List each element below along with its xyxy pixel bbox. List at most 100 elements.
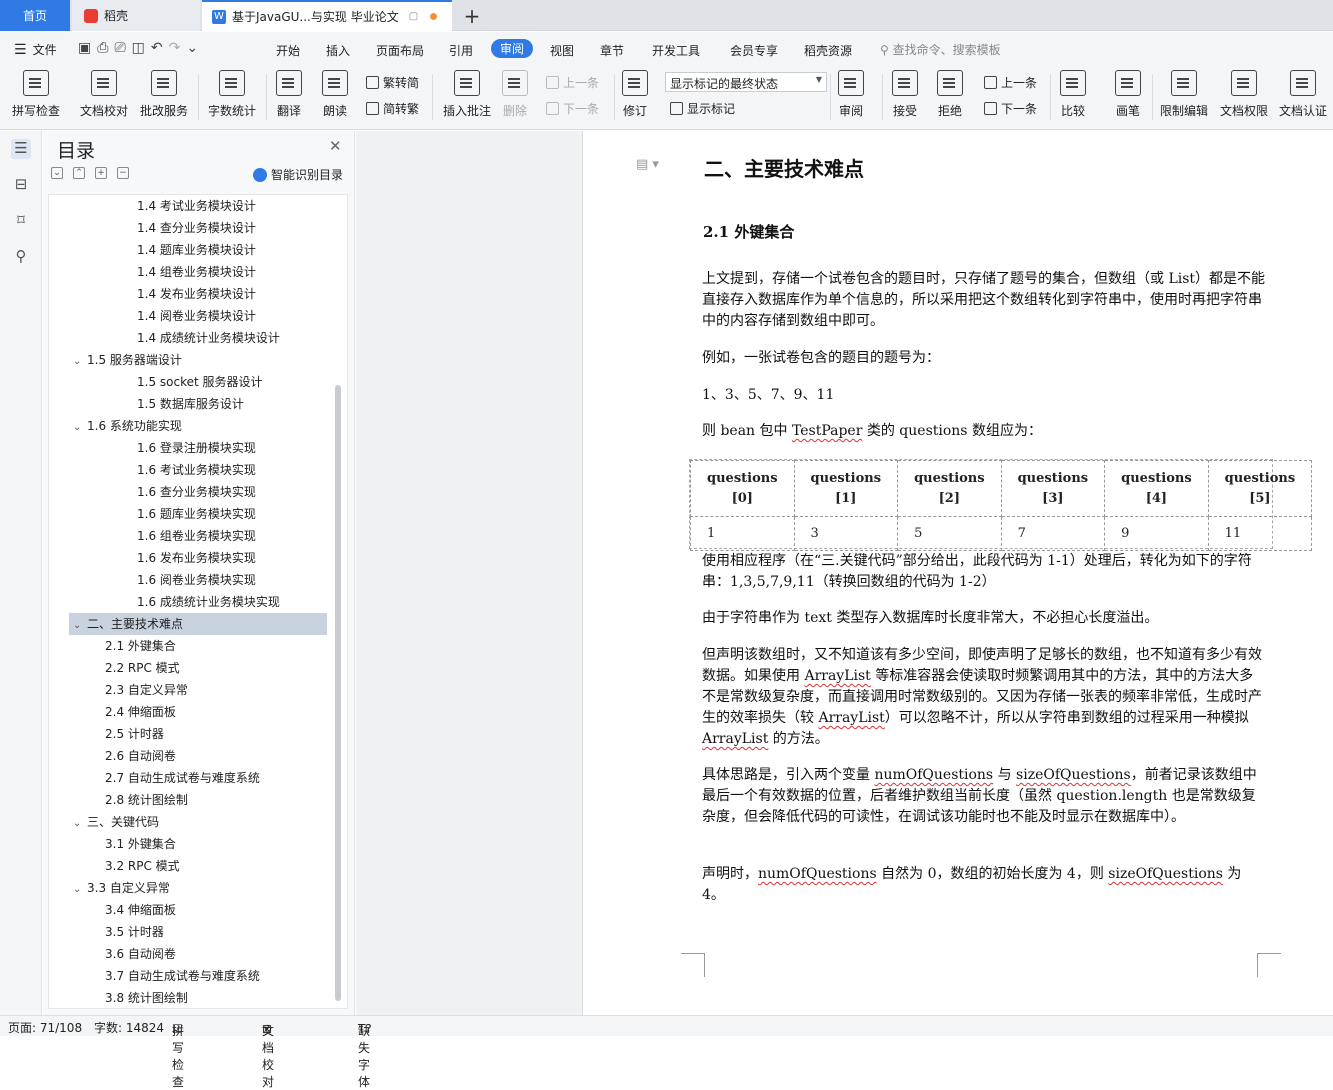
simp-to-trad-button[interactable]: 简转繁 (366, 100, 419, 117)
restrict-editing-button[interactable]: 限制编辑 (1160, 70, 1208, 119)
toc-item[interactable]: 1.4 题库业务模块设计 (69, 239, 327, 261)
toc-panel-icon[interactable]: ☰ (11, 139, 31, 159)
file-menu[interactable]: ☰ 文件 (14, 41, 57, 58)
translate-button[interactable]: 翻译 (276, 70, 302, 119)
review-pane-button[interactable]: 审阅 (838, 70, 864, 119)
more-icon[interactable]: ⌄ (186, 40, 198, 56)
tab-chapter[interactable]: 章节 (600, 42, 624, 59)
tab-daoke-resources[interactable]: 稻壳资源 (804, 42, 852, 59)
close-icon[interactable]: ✕ (329, 137, 342, 155)
prev-comment-button[interactable]: 上一条 (546, 74, 599, 91)
smart-toc-button[interactable]: 智能识别目录 (253, 166, 343, 183)
toc-item[interactable]: 2.3 自定义异常 (69, 679, 327, 701)
toc-item[interactable]: ⌄ 1.5 服务器端设计 (69, 349, 327, 371)
tab-layout[interactable]: 页面布局 (376, 42, 424, 59)
remove-heading-icon[interactable]: − (117, 167, 129, 179)
toc-item[interactable]: 3.8 统计图绘制 (69, 987, 327, 1008)
tab-review[interactable]: 审阅 (491, 39, 534, 58)
chevron-down-icon[interactable]: ⌄ (73, 417, 87, 439)
toc-item[interactable]: 1.6 查分业务模块实现 (69, 481, 327, 503)
toc-item[interactable]: 1.5 数据库服务设计 (69, 393, 327, 415)
track-changes-button[interactable]: 修订 (622, 70, 648, 119)
tab-start[interactable]: 开始 (276, 42, 300, 59)
chevron-down-icon[interactable]: ⌄ (73, 813, 87, 835)
tab-developer[interactable]: 开发工具 (652, 42, 700, 59)
tab-insert[interactable]: 插入 (326, 42, 350, 59)
pen-button[interactable]: 画笔 (1115, 70, 1141, 119)
undo-icon[interactable]: ↶ (151, 40, 163, 56)
redo-icon[interactable]: ↷ (169, 40, 181, 56)
expand-up-icon[interactable]: ⌃ (73, 167, 85, 179)
toc-item[interactable]: 2.5 计时器 (69, 723, 327, 745)
print-icon[interactable]: ⎚ (114, 40, 125, 56)
toc-item[interactable]: 1.4 查分业务模块设计 (69, 217, 327, 239)
doc-permission-button[interactable]: 文档权限 (1220, 70, 1268, 119)
read-aloud-button[interactable]: 朗读 (322, 70, 348, 119)
new-tab-button[interactable]: + (460, 0, 484, 31)
toc-item[interactable]: ⌄ 3.3 自定义异常 (69, 877, 327, 899)
toc-item[interactable]: 3.4 伸缩面板 (69, 899, 327, 921)
reject-button[interactable]: 拒绝 (937, 70, 963, 119)
delete-comment-button[interactable]: 删除 (502, 70, 528, 119)
accept-button[interactable]: 接受 (892, 70, 918, 119)
chevron-down-icon[interactable]: ⌄ (73, 351, 87, 373)
toc-item[interactable]: ⌄ 三、关键代码 (69, 811, 327, 833)
tab-member[interactable]: 会员专享 (730, 42, 778, 59)
chevron-down-icon[interactable]: ⌄ (73, 879, 87, 901)
tab-document[interactable]: W 基于JavaGU...与实现 毕业论文 ▢ (202, 0, 452, 31)
search-icon[interactable]: ⚲ (11, 247, 31, 267)
toc-item[interactable]: 1.4 阅卷业务模块设计 (69, 305, 327, 327)
toc-item[interactable]: 3.7 自动生成试卷与难度系统 (69, 965, 327, 987)
spell-check-button[interactable]: 拼写检查 (12, 70, 60, 119)
toc-item[interactable]: 2.7 自动生成试卷与难度系统 (69, 767, 327, 789)
toc-item[interactable]: 1.6 发布业务模块实现 (69, 547, 327, 569)
show-markup-button[interactable]: 显示标记 (670, 100, 735, 117)
word-counter[interactable]: 字数: 14824 (94, 1019, 164, 1036)
tab-daoke[interactable]: 稻壳 (72, 0, 200, 31)
toc-item[interactable]: 1.6 阅卷业务模块实现 (69, 569, 327, 591)
word-count-button[interactable]: 字数统计 (208, 70, 256, 119)
toc-item[interactable]: 2.2 RPC 模式 (69, 657, 327, 679)
toc-item[interactable]: 1.4 考试业务模块设计 (69, 195, 327, 217)
toc-item[interactable]: 1.5 socket 服务器设计 (69, 371, 327, 393)
trad-to-simp-button[interactable]: 繁转简 (366, 74, 419, 91)
document-page[interactable]: ▤ ▾ 二、主要技术难点 2.1 外键集合 上文提到，存储一个试卷包含的题目时，… (582, 131, 1333, 1015)
paragraph-menu-icon[interactable]: ▤ ▾ (636, 157, 659, 172)
add-heading-icon[interactable]: + (95, 167, 107, 179)
pin-icon[interactable]: ▢ (409, 11, 418, 22)
toc-item[interactable]: 1.6 考试业务模块实现 (69, 459, 327, 481)
toc-item[interactable]: 1.6 登录注册模块实现 (69, 437, 327, 459)
next-change-button[interactable]: 下一条 (984, 100, 1037, 117)
tab-references[interactable]: 引用 (449, 42, 473, 59)
collapse-all-icon[interactable]: ⌄ (51, 167, 63, 179)
toc-item[interactable]: 2.4 伸缩面板 (69, 701, 327, 723)
export-pdf-icon[interactable]: ⎙ (97, 40, 108, 56)
toc-item[interactable]: 1.6 题库业务模块实现 (69, 503, 327, 525)
page-counter[interactable]: 页面: 71/108 (8, 1019, 82, 1036)
toc-item[interactable]: 1.4 组卷业务模块设计 (69, 261, 327, 283)
save-icon[interactable]: ▣ (78, 40, 91, 56)
toc-item[interactable]: 3.6 自动阅卷 (69, 943, 327, 965)
toc-item[interactable]: 1.6 组卷业务模块实现 (69, 525, 327, 547)
compare-button[interactable]: 比较 (1060, 70, 1086, 119)
tab-home[interactable]: 首页 (0, 0, 70, 31)
toc-item[interactable]: 1.4 成绩统计业务模块设计 (69, 327, 327, 349)
toc-item[interactable]: 3.2 RPC 模式 (69, 855, 327, 877)
toc-item[interactable]: 2.1 外键集合 (69, 635, 327, 657)
tab-view[interactable]: 视图 (550, 42, 574, 59)
doc-cert-button[interactable]: 文档认证 (1279, 70, 1327, 119)
chevron-down-icon[interactable]: ⌄ (73, 615, 87, 637)
chapter-nav-icon[interactable]: ⊟ (11, 175, 31, 195)
command-search[interactable]: ⚲ 查找命令、搜索模板 (880, 41, 1001, 58)
bookmark-icon[interactable]: ⌑ (11, 211, 31, 231)
toc-scrollbar[interactable] (335, 385, 341, 1001)
print-preview-icon[interactable]: ◫ (132, 40, 145, 56)
toc-item[interactable]: 3.1 外键集合 (69, 833, 327, 855)
toc-item[interactable]: 1.4 发布业务模块设计 (69, 283, 327, 305)
toc-item[interactable]: ⌄ 二、主要技术难点 (69, 613, 327, 635)
toc-item[interactable]: ⌄ 1.6 系统功能实现 (69, 415, 327, 437)
toc-item[interactable]: 2.8 统计图绘制 (69, 789, 327, 811)
prev-change-button[interactable]: 上一条 (984, 74, 1037, 91)
toc-item[interactable]: 2.6 自动阅卷 (69, 745, 327, 767)
next-comment-button[interactable]: 下一条 (546, 100, 599, 117)
